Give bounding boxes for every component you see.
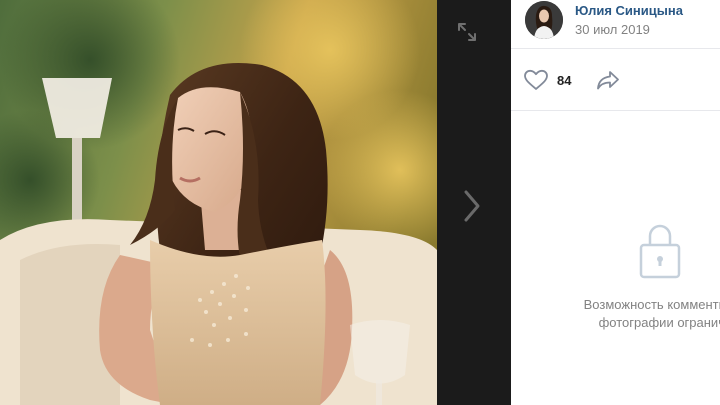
comments-disabled-line: Возможность комментирова	[583, 297, 720, 312]
photo-image	[0, 0, 437, 405]
comments-disabled-message: Возможность комментирова фотографии огра…	[549, 296, 720, 332]
next-photo-button[interactable]	[458, 186, 486, 226]
comments-disabled-line: фотографии ограничен	[598, 315, 720, 330]
share-arrow-icon	[597, 71, 619, 90]
post-actions: 84	[511, 49, 720, 110]
like-count: 84	[557, 72, 572, 88]
author-block: Юлия Синицына 30 июл 2019	[525, 0, 720, 48]
photo[interactable]	[0, 0, 437, 405]
comments-disabled-area: Возможность комментирова фотографии огра…	[511, 111, 720, 405]
share-button[interactable]	[595, 69, 621, 91]
expand-button[interactable]	[455, 20, 479, 44]
expand-icon	[458, 23, 476, 41]
avatar-image	[525, 1, 563, 39]
lock-icon	[639, 224, 681, 279]
post-date[interactable]: 30 июл 2019	[575, 22, 650, 37]
post-panel: Юлия Синицына 30 июл 2019 84 Возможность…	[511, 0, 720, 405]
chevron-right-icon	[464, 190, 480, 222]
like-button[interactable]: 84	[523, 68, 571, 92]
avatar[interactable]	[525, 1, 563, 39]
photo-viewer	[0, 0, 511, 405]
author-name[interactable]: Юлия Синицына	[575, 3, 683, 18]
heart-icon	[524, 69, 548, 90]
